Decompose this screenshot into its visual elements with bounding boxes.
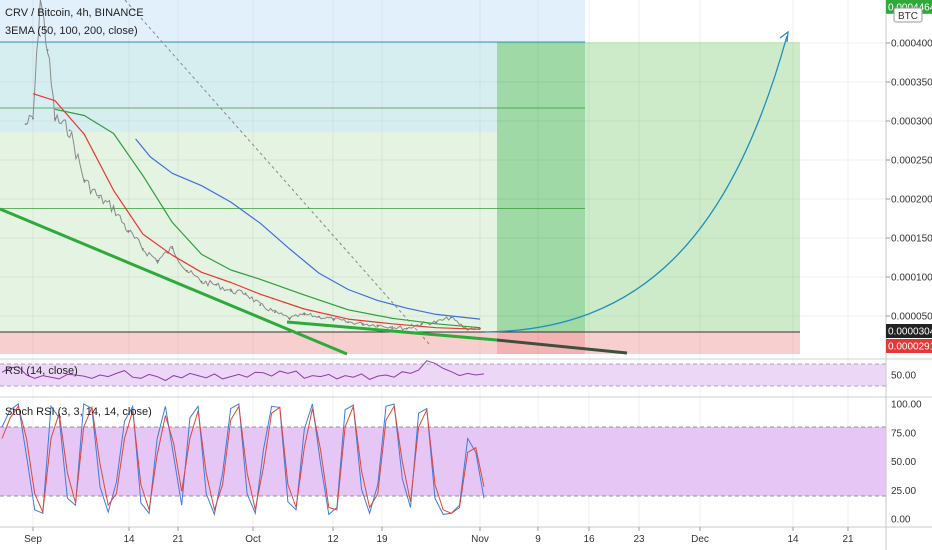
pattern-range-lower-top xyxy=(0,42,497,132)
price-point xyxy=(186,269,188,272)
x-tick-label: 21 xyxy=(842,534,854,545)
rsi-panel xyxy=(0,358,932,387)
x-tick-label: 9 xyxy=(535,534,541,545)
y-tick-label: 0.0002000 xyxy=(891,195,932,206)
price-point xyxy=(142,248,144,250)
y-tick-label: 0.0002500 xyxy=(891,156,932,167)
price-label[interactable]: 0.0000304 xyxy=(886,324,932,338)
chart-title: CRV / Bitcoin, 4h, BINANCE xyxy=(5,7,144,19)
x-tick-label: 16 xyxy=(583,534,595,545)
price-point xyxy=(259,304,262,306)
y-tick-label: 0.0004000 xyxy=(891,39,932,50)
price-point xyxy=(127,230,130,232)
price-point xyxy=(273,311,276,313)
currency-label: BTC xyxy=(898,11,918,22)
x-tick-label: 14 xyxy=(123,534,135,545)
y-tick-label: 0.0000500 xyxy=(891,312,932,323)
price-point xyxy=(420,322,423,325)
price-point xyxy=(303,313,306,316)
ema-legend[interactable]: 3EMA (50, 100, 200, close) xyxy=(5,25,138,37)
stoch-tick-label: 0.00 xyxy=(891,515,911,526)
price-point xyxy=(54,117,56,120)
x-tick-label: 19 xyxy=(376,534,388,545)
stoch-tick-label: 100.00 xyxy=(891,400,922,411)
x-tick-label: 12 xyxy=(327,534,339,545)
time-axis[interactable]: Sep 14 21 Oct 12 19 Nov 9 16 23 Dec 14 21 xyxy=(24,527,854,545)
stoch-band xyxy=(0,427,886,496)
y-tick-label: 0.0003500 xyxy=(891,78,932,89)
price-label-text: 0.0000291 xyxy=(888,342,932,353)
y-tick-label: 0.0001500 xyxy=(891,234,932,245)
price-point xyxy=(98,196,100,199)
x-tick-label: Sep xyxy=(24,534,42,545)
rsi-band xyxy=(0,364,886,386)
price-point xyxy=(288,317,291,320)
price-point xyxy=(32,117,34,120)
price-label-text: 0.0000304 xyxy=(888,327,932,338)
price-point xyxy=(230,290,232,292)
x-tick-label: Oct xyxy=(245,534,261,545)
x-tick-label: Dec xyxy=(691,534,709,545)
y-tick-label: 0.0003000 xyxy=(891,117,932,128)
stoch-tick-label: 50.00 xyxy=(891,457,916,468)
price-point xyxy=(332,318,335,321)
price-point xyxy=(361,322,364,325)
price-point xyxy=(68,129,71,132)
stoch-legend[interactable]: Stoch RSI (3, 3, 14, 14, close) xyxy=(5,406,152,418)
stoch-tick-label: 75.00 xyxy=(891,428,916,439)
y-tick-label: 0.0001000 xyxy=(891,273,932,284)
x-tick-label: 14 xyxy=(787,534,799,545)
x-tick-label: 21 xyxy=(172,534,184,545)
stoch-tick-label: 25.00 xyxy=(891,486,916,497)
currency-badge[interactable]: BTC xyxy=(893,7,923,23)
price-point xyxy=(46,49,49,51)
price-point xyxy=(215,283,218,286)
price-point xyxy=(435,321,438,324)
rsi-tick-label: 50.00 xyxy=(891,371,916,382)
rsi-legend[interactable]: RSI (14, close) xyxy=(5,365,78,377)
price-point xyxy=(244,292,247,295)
price-point xyxy=(24,123,27,126)
price-point xyxy=(376,324,379,327)
price-point xyxy=(391,326,394,328)
target-zone-dark xyxy=(497,42,585,332)
price-point xyxy=(83,179,86,182)
chart-svg: 0.0000500 0.0001000 0.0001500 0.0002000 0.00… xyxy=(0,0,932,550)
x-tick-label: Nov xyxy=(471,534,489,545)
price-point xyxy=(171,247,174,250)
price-point xyxy=(317,315,320,318)
price-label[interactable]: 0.0000291 xyxy=(886,339,932,353)
price-point xyxy=(200,280,203,283)
price-axis[interactable]: 0.0000500 0.0001000 0.0001500 0.0002000 0.00… xyxy=(886,0,932,526)
price-point xyxy=(347,321,350,324)
drawing-layer xyxy=(0,0,800,354)
x-tick-label: 23 xyxy=(633,534,645,545)
stop-zone[interactable] xyxy=(0,332,800,354)
price-point xyxy=(405,327,408,330)
price-point xyxy=(449,316,452,319)
price-point xyxy=(112,207,115,210)
price-point xyxy=(156,259,159,262)
